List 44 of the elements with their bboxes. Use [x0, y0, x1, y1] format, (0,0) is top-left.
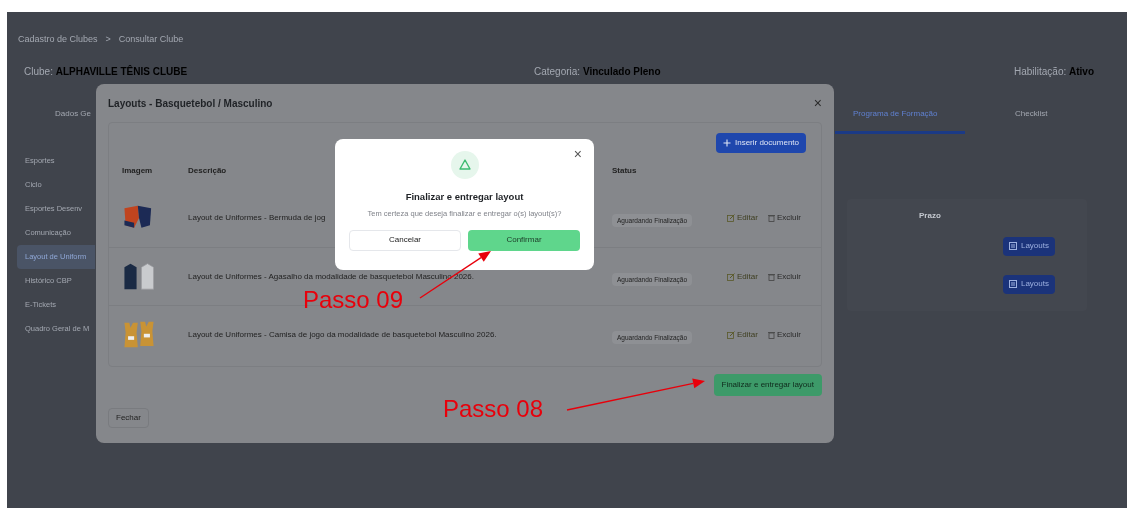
finalize-button[interactable]: Finalizar e entregar layout — [713, 374, 822, 396]
insert-document-button[interactable]: Inserir documento — [715, 133, 806, 153]
column-header: Imagem — [122, 165, 154, 177]
delete-link[interactable]: Excluir — [767, 212, 801, 224]
layouts-button[interactable]: Layouts — [1002, 236, 1055, 256]
breadcrumb-link[interactable]: Cadastro de Clubes — [18, 32, 98, 47]
breadcrumb-link[interactable]: Consultar Clube — [118, 32, 184, 47]
row-description: Layout de Uniformes - Camisa de jogo da modalidade de basquetebol Masculino 2026. — [188, 328, 497, 341]
column-header: Status — [612, 165, 638, 177]
cancel-button[interactable]: Cancelar — [349, 229, 461, 251]
column-header: Prazo — [919, 210, 941, 222]
edit-icon — [727, 214, 735, 222]
delete-link[interactable]: Excluir — [767, 270, 801, 283]
step-label: Passo 09 — [303, 288, 404, 312]
tab[interactable]: Checklist — [965, 96, 1085, 134]
row-description: Layout de Uniformes - Bermuda de jog — [188, 212, 326, 224]
row-description: Layout de Uniformes - Agasalho da modalidade de basquetebol Masculino 2026. — [188, 270, 474, 283]
info-field: Habilitação: Ativo — [1014, 64, 1110, 86]
close-button[interactable]: × — [573, 147, 582, 161]
document-icon — [1008, 280, 1017, 288]
document-icon — [1008, 242, 1017, 250]
edit-icon — [727, 272, 735, 281]
tab[interactable]: Dados Ge — [17, 96, 93, 134]
trash-icon — [767, 272, 775, 281]
info-field: Categoria: Vinculado Pleno — [534, 64, 1014, 86]
warning-icon — [450, 151, 479, 179]
delete-link[interactable]: Excluir — [767, 328, 801, 341]
edit-link[interactable]: Editar — [727, 328, 758, 341]
column-header: Descrição — [188, 165, 228, 177]
trash-icon — [767, 330, 775, 339]
plus-icon — [722, 139, 731, 147]
close-button[interactable]: Fechar — [108, 408, 149, 428]
breadcrumb-separator: > — [105, 32, 111, 46]
trash-icon — [767, 214, 775, 222]
edit-link[interactable]: Editar — [727, 270, 758, 283]
edit-icon — [727, 330, 735, 339]
edit-link[interactable]: Editar — [727, 212, 758, 224]
modal-title: Layouts - Basquetebol / Masculino — [108, 96, 273, 111]
confirm-button[interactable]: Confirmar — [468, 229, 580, 251]
info-field: Clube: ALPHAVILLE TÊNIS CLUBE — [24, 64, 534, 86]
dialog-title: Finalizar e entregar layout — [405, 190, 524, 204]
layouts-button[interactable]: Layouts — [1002, 274, 1055, 294]
close-button[interactable]: × — [813, 96, 822, 110]
step-label: Passo 08 — [443, 397, 544, 421]
